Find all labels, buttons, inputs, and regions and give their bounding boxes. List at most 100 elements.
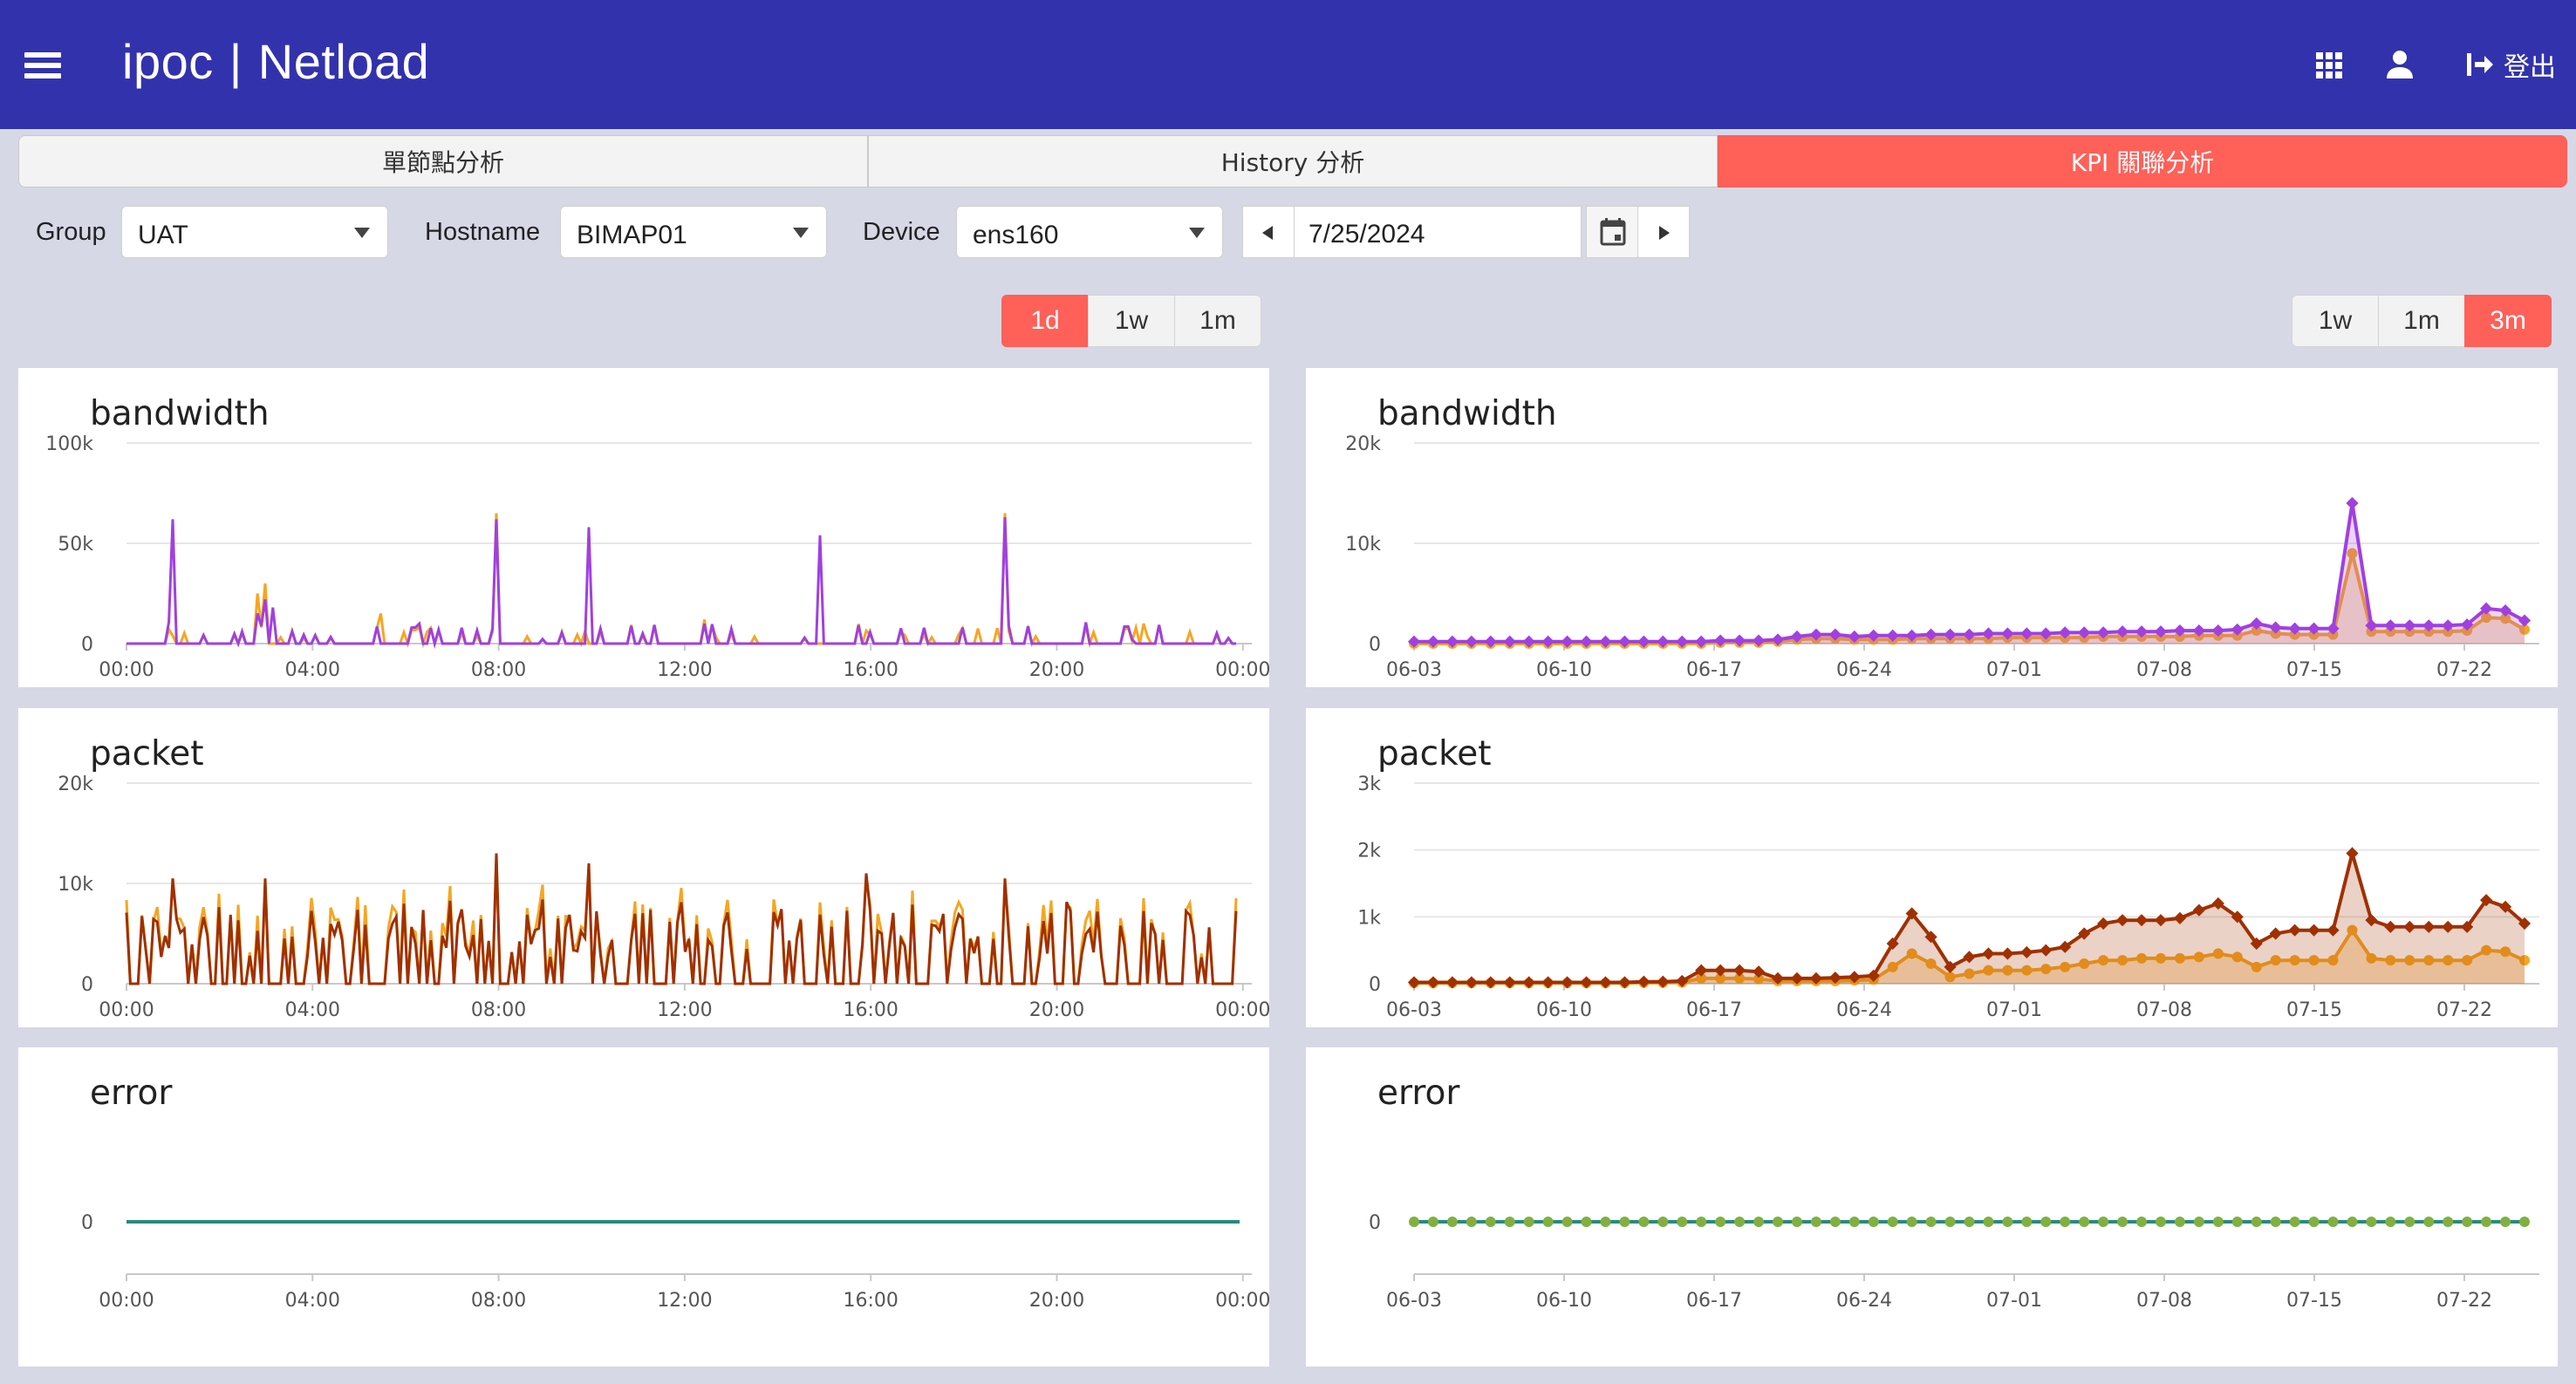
x-tick-label: 20:00 <box>1029 659 1084 681</box>
y-tick-label: 100k <box>45 433 93 455</box>
y-tick-label: 0 <box>81 634 93 656</box>
x-tick-label: 07-08 <box>2136 1290 2192 1312</box>
x-tick-label: 04:00 <box>285 1290 340 1312</box>
x-tick-label: 16:00 <box>843 999 898 1021</box>
series-line-orange <box>125 858 1238 985</box>
x-tick-label: 07-22 <box>2436 659 2492 681</box>
x-tick-label: 16:00 <box>843 659 898 681</box>
data-point <box>1810 1217 1821 1227</box>
device-value: ens160 <box>973 221 1059 249</box>
data-point <box>1446 1217 1458 1227</box>
x-tick-label: 07-15 <box>2286 999 2342 1021</box>
data-point <box>1561 976 1574 989</box>
data-point <box>2251 1217 2262 1227</box>
user-account-icon[interactable] <box>2385 49 2415 80</box>
bandwidth-chart-1d: 0 50k 100k 00:00 04:00 08:00 12:00 16:00 20:00 00… <box>18 368 1269 687</box>
data-point <box>1541 976 1554 989</box>
x-tick-label: 00:00 <box>99 999 154 1021</box>
calendar-button[interactable] <box>1586 206 1638 258</box>
tab-history-analysis[interactable]: History 分析 <box>868 135 1718 187</box>
series-line-purple <box>126 517 1236 649</box>
tab-node-analysis[interactable]: 單節點分析 <box>18 135 868 187</box>
range-1m-button[interactable]: 1m <box>2378 295 2465 347</box>
date-input[interactable]: 7/25/2024 <box>1294 206 1582 258</box>
range-1d-button[interactable]: 1d <box>1001 295 1089 347</box>
group-select[interactable]: UAT <box>121 206 388 258</box>
data-point <box>2002 1217 2013 1227</box>
x-tick-label: 00:00 <box>99 1290 154 1312</box>
data-point <box>2347 1217 2358 1227</box>
x-tick-label: 06-03 <box>1386 999 1442 1021</box>
next-date-button[interactable] <box>1637 206 1690 258</box>
range-1m-button[interactable]: 1m <box>1174 295 1261 347</box>
data-point <box>1677 1217 1688 1227</box>
data-point <box>2060 1217 2071 1227</box>
x-tick-label: 12:00 <box>657 659 712 681</box>
x-tick-label: 00:00 <box>1215 1290 1269 1312</box>
logout-label: 登出 <box>2504 52 2556 83</box>
logout-button[interactable]: 登出 <box>2465 47 2556 83</box>
data-point <box>1734 1217 1746 1227</box>
data-point <box>1638 1217 1650 1227</box>
x-tick-label: 07-01 <box>1986 999 2042 1021</box>
packet-chart-svg: 0 1k 2k 3k 06-03 06-10 06-17 06-24 07-01 07-08 07-… <box>1357 774 2539 1021</box>
x-tick-label: 07-22 <box>2436 999 2492 1021</box>
data-point <box>1753 1217 1765 1227</box>
data-point <box>1542 1217 1554 1227</box>
data-point <box>2193 1217 2204 1227</box>
x-tick-label: 12:00 <box>657 999 712 1021</box>
x-tick-label: 08:00 <box>471 1290 526 1312</box>
data-point <box>2500 1217 2511 1227</box>
x-tick-label: 06-17 <box>1686 999 1742 1021</box>
data-point <box>2423 1217 2435 1227</box>
group-label: Group <box>36 218 106 246</box>
prev-date-button[interactable] <box>1242 206 1295 258</box>
data-point <box>2366 1217 2377 1227</box>
series-line-brown <box>125 853 1238 985</box>
hostname-select[interactable]: BIMAP01 <box>560 206 827 258</box>
x-tick-label: 06-17 <box>1686 659 1742 681</box>
data-point <box>1445 976 1459 989</box>
range-1w-button[interactable]: 1w <box>2292 295 2379 347</box>
error-chart-svg: 0 00:00 04:00 08:00 12:00 16:00 20:00 00:00 <box>81 1212 1269 1312</box>
range-1w-button[interactable]: 1w <box>1088 295 1175 347</box>
data-point <box>2212 1217 2224 1227</box>
tab-kpi-analysis[interactable]: KPI 關聯分析 <box>1718 135 2567 187</box>
analysis-tabs: 單節點分析 History 分析 KPI 關聯分析 <box>18 135 2567 187</box>
data-point <box>2327 1217 2339 1227</box>
x-tick-label: 06-03 <box>1386 659 1442 681</box>
data-point <box>2040 1217 2052 1227</box>
data-point <box>2079 1217 2090 1227</box>
x-tick-label: 06-10 <box>1536 999 1592 1021</box>
x-tick-label: 07-01 <box>1986 1290 2042 1312</box>
chevron-down-icon <box>1189 228 1205 238</box>
calendar-icon <box>1600 218 1626 246</box>
data-point <box>2385 1217 2396 1227</box>
data-point <box>2117 1217 2128 1227</box>
x-tick-label: 06-17 <box>1686 1290 1742 1312</box>
hostname-value: BIMAP01 <box>577 221 687 249</box>
y-tick-label: 10k <box>58 874 93 896</box>
x-tick-label: 06-24 <box>1836 999 1892 1021</box>
device-select[interactable]: ens160 <box>956 206 1223 258</box>
data-point <box>1944 1217 1956 1227</box>
data-point <box>2462 1217 2473 1227</box>
x-tick-label: 04:00 <box>285 659 340 681</box>
x-tick-label: 04:00 <box>285 999 340 1021</box>
data-point <box>1657 1217 1669 1227</box>
hamburger-menu-icon[interactable] <box>24 52 61 78</box>
data-point <box>2021 1217 2033 1227</box>
left-range-group: 1d 1w 1m <box>1001 295 1261 349</box>
error-chart-svg: 0 06-03 06-10 06-17 06-24 07-01 07-08 07-15 07-2… <box>1369 1212 2539 1312</box>
chart-title: packet <box>90 734 204 774</box>
data-point <box>1561 1217 1573 1227</box>
data-point <box>1619 1217 1630 1227</box>
data-point <box>1983 1217 1994 1227</box>
apps-grid-icon[interactable] <box>2316 52 2342 78</box>
x-tick-label: 07-15 <box>2286 659 2342 681</box>
data-point <box>1906 1217 1917 1227</box>
app-title: ipoc | Netload <box>122 33 429 90</box>
data-point <box>1580 976 1593 989</box>
error-chart-3m: 0 06-03 06-10 06-17 06-24 07-01 07-08 07-15 07-2… <box>1306 1047 2558 1367</box>
range-3m-button[interactable]: 3m <box>2464 295 2552 347</box>
